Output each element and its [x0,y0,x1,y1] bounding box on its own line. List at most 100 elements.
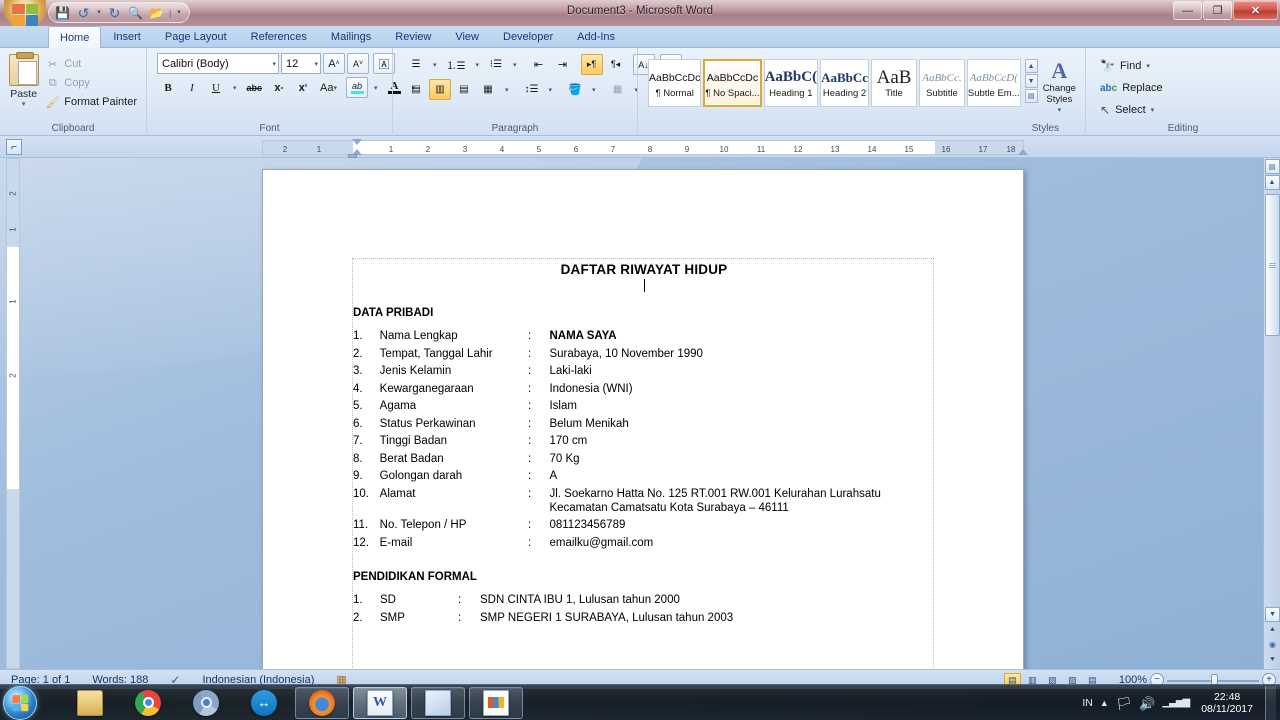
grow-font-button[interactable]: A ˄ [323,53,345,74]
style-subtitle[interactable]: AaBbCc. Subtitle [918,59,965,107]
line-spacing-dropdown-icon[interactable]: ▾ [545,79,557,100]
tab-insert[interactable]: Insert [101,26,153,47]
volume-icon[interactable]: 🔊 [1139,697,1155,710]
style-no-spacing[interactable]: AaBbCcDc ¶ No Spaci... [703,59,762,107]
taskbar-teamviewer[interactable]: ↔ [237,687,291,719]
document-page[interactable]: DAFTAR RIWAYAT HIDUP DATA PRIBADI 1. Nam… [262,169,1024,669]
justify-button[interactable]: ▦ [477,79,499,100]
strikethrough-button[interactable]: abc [243,77,267,98]
vertical-ruler[interactable]: 2 1 1 2 [6,158,20,669]
change-styles-button[interactable]: A Change Styles ▾ [1040,59,1079,116]
align-center-button[interactable]: ▥ [429,79,451,100]
select-dropdown-icon[interactable]: ▾ [1151,106,1155,114]
italic-button[interactable]: I [181,77,203,98]
previous-page-icon[interactable]: ⯅ [1265,622,1280,637]
gallery-scroll-down-icon[interactable]: ▼ [1024,74,1038,88]
tab-home[interactable]: Home [48,26,102,48]
style-heading-2[interactable]: AaBbCc Heading 2 [820,59,870,107]
bullets-button[interactable]: ☰ [405,54,427,75]
align-right-button[interactable]: ▤ [453,79,475,100]
gallery-more-icon[interactable]: ▤ [1024,89,1038,103]
vertical-scrollbar[interactable]: ▤ ▲ ▼ ⯅ ◉ ⯆ [1263,158,1280,669]
change-styles-dropdown-icon[interactable]: ▾ [1058,105,1062,116]
clock[interactable]: 22:48 08/11/2017 [1196,691,1258,716]
paste-dropdown-icon[interactable]: ▾ [22,100,26,108]
scroll-down-icon[interactable]: ▼ [1265,607,1280,622]
copy-button[interactable]: ⧉ Copy [43,74,142,92]
scrollbar-thumb[interactable] [1265,194,1280,336]
close-button[interactable]: ✕ [1233,1,1278,20]
show-hidden-icons-button[interactable]: ▲ [1100,698,1109,708]
scroll-up-icon[interactable]: ▲ [1264,175,1280,190]
paste-button[interactable]: Paste ▾ [4,52,43,108]
align-left-button[interactable]: ▤ [405,79,427,100]
numbering-dropdown-icon[interactable]: ▾ [471,54,483,75]
next-page-icon[interactable]: ⯆ [1265,652,1280,667]
tab-page-layout[interactable]: Page Layout [153,26,239,47]
bullets-dropdown-icon[interactable]: ▾ [429,54,441,75]
network-icon[interactable]: ▁▃▅▆ [1162,698,1190,708]
taskbar-microsoft-word[interactable]: W [353,686,407,719]
multilevel-list-button[interactable]: ⁝☰ [485,54,507,75]
underline-dropdown-icon[interactable]: ▾ [229,77,241,98]
tab-developer[interactable]: Developer [491,26,565,47]
numbering-button[interactable]: ⒈☰ [443,54,470,75]
tab-review[interactable]: Review [383,26,443,47]
cut-button[interactable]: ✂ Cut [43,55,142,73]
minimize-button[interactable]: — [1173,1,1202,20]
line-spacing-button[interactable]: ↕☰ [521,79,543,100]
tab-references[interactable]: References [239,26,319,47]
replace-button[interactable]: abc Replace [1096,78,1167,98]
shading-button[interactable]: 🪣 [564,79,586,100]
highlight-dropdown-icon[interactable]: ▾ [370,77,382,98]
shading-dropdown-icon[interactable]: ▾ [588,79,600,100]
action-center-icon[interactable]: 🏳 [1116,697,1133,710]
gallery-scroll-up-icon[interactable]: ▲ [1024,59,1038,73]
first-line-indent-marker[interactable] [352,139,362,145]
tab-view[interactable]: View [443,26,491,47]
split-window-icon[interactable]: ▤ [1264,159,1280,174]
language-indicator-tray[interactable]: IN [1082,697,1093,709]
bold-button[interactable]: B [157,77,179,98]
decrease-indent-button[interactable]: ⇤ [528,54,550,75]
justify-dropdown-icon[interactable]: ▾ [501,79,513,100]
chevron-down-icon[interactable]: ▾ [314,60,318,68]
borders-button[interactable]: ▦ [607,79,629,100]
change-case-button[interactable]: Aa ▾ [316,77,341,98]
tab-stop-selector[interactable]: ⌐ [6,139,22,155]
font-size-combobox[interactable]: 12 ▾ [281,53,321,74]
ltr-text-direction-button[interactable]: ▸¶ [580,54,603,75]
rtl-text-direction-button[interactable]: ¶◂ [605,54,627,75]
find-dropdown-icon[interactable]: ▾ [1146,62,1150,70]
start-button[interactable] [3,685,37,720]
style-normal[interactable]: AaBbCcDc ¶ Normal [648,59,702,107]
select-browse-object-icon[interactable]: ◉ [1265,637,1280,652]
increase-indent-button[interactable]: ⇥ [552,54,574,75]
restore-button[interactable]: ❐ [1203,1,1232,20]
taskbar-notepad[interactable] [411,686,465,719]
taskbar-powerpoint[interactable] [469,686,523,719]
shrink-font-button[interactable]: A ˅ [347,53,369,74]
chevron-down-icon[interactable]: ▾ [272,60,276,68]
tab-mailings[interactable]: Mailings [319,26,383,47]
style-title[interactable]: AaB Title [871,59,917,107]
style-heading-1[interactable]: AaBbC( Heading 1 [763,59,819,107]
select-button[interactable]: ↖ Select ▾ [1096,100,1158,120]
horizontal-ruler[interactable]: 2 1 1 2 3 4 5 6 7 8 9 10 11 12 13 14 15 … [262,140,1024,155]
right-indent-marker[interactable] [1018,149,1028,155]
show-desktop-button[interactable] [1265,686,1276,720]
style-subtle-emphasis[interactable]: AaBbCcD( Subtle Em... [966,59,1021,107]
taskbar-file-explorer[interactable] [63,687,117,719]
font-name-combobox[interactable]: Calibri (Body) ▾ [157,53,279,74]
find-button[interactable]: 🔭 Find ▾ [1096,56,1154,76]
taskbar-firefox[interactable] [295,686,349,719]
underline-button[interactable]: U [205,77,227,98]
taskbar-chromium[interactable] [179,687,233,719]
text-highlight-color-button[interactable]: ab [346,77,369,98]
format-painter-button[interactable]: 🖌 Format Painter [43,93,142,111]
superscript-button[interactable]: x² [292,77,314,98]
tab-add-ins[interactable]: Add-Ins [565,26,627,47]
subscript-button[interactable]: x₂ [268,77,290,98]
document-content[interactable]: DAFTAR RIWAYAT HIDUP DATA PRIBADI 1. Nam… [353,259,935,628]
taskbar-google-chrome[interactable] [121,687,175,719]
